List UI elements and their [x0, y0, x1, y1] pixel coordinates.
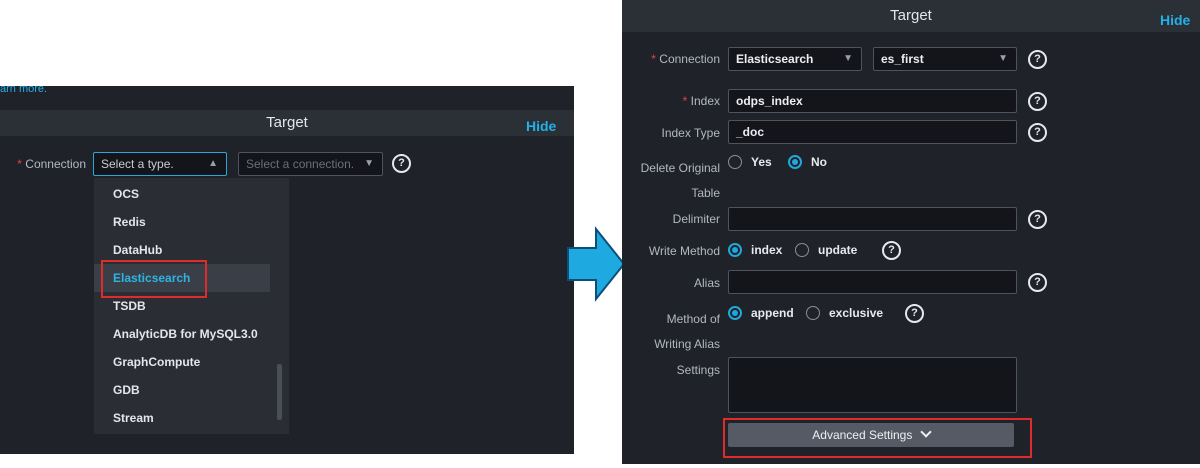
index-type-label: Index Type [661, 126, 721, 140]
dropdown-item[interactable]: OCS [94, 180, 270, 208]
write-method-label: Write Method [648, 244, 720, 258]
write-update-label: update [818, 243, 858, 257]
method-alias-label: Method of Writing Alias [622, 307, 720, 357]
connection-type-value: Elasticsearch [736, 52, 814, 66]
alias-input[interactable] [728, 270, 1017, 294]
alias-exclusive-radio[interactable] [806, 306, 820, 320]
write-index-radio[interactable] [728, 243, 742, 257]
dropdown-scrollbar[interactable] [277, 364, 282, 420]
delete-yes-label: Yes [751, 155, 772, 169]
connection-type-select[interactable]: Elasticsearch ▼ [728, 47, 862, 71]
right-header: Target [622, 0, 1200, 32]
index-label-text: Index [690, 94, 720, 108]
connection-label: * Connection [622, 52, 720, 66]
type-select[interactable]: Select a type. ▲ [93, 152, 227, 176]
delete-original-label: Delete Original Table [622, 156, 720, 206]
write-update-radio[interactable] [795, 243, 809, 257]
dropdown-item[interactable]: Redis [94, 208, 270, 236]
alias-exclusive-label: exclusive [829, 306, 884, 320]
help-icon[interactable]: ? [1028, 210, 1047, 229]
required-asterisk: * [682, 94, 691, 108]
index-type-input[interactable]: _doc [728, 120, 1017, 144]
help-icon[interactable]: ? [392, 154, 411, 173]
method-alias-label-line1: Method of [666, 312, 720, 326]
settings-label: Settings [676, 363, 720, 377]
settings-textarea[interactable] [728, 357, 1017, 413]
alias-append-label: append [751, 306, 794, 320]
delete-original-label-line2: Table [691, 186, 720, 200]
delete-yes-radio[interactable] [728, 155, 742, 169]
dropdown-item[interactable]: Stream [94, 404, 270, 432]
connection-select-placeholder: Select a connection. [246, 157, 355, 171]
delimiter-label: Delimiter [672, 212, 720, 226]
left-target-panel: arn more. Target Hide * Connection Selec… [0, 86, 574, 454]
method-alias-label-line2: Writing Alias [654, 337, 720, 351]
delete-no-radio[interactable] [788, 155, 802, 169]
delimiter-input[interactable] [728, 207, 1017, 231]
right-target-panel: Target Hide * Connection Elasticsearch ▼… [622, 0, 1200, 464]
alias-append-radio[interactable] [728, 306, 742, 320]
chevron-down-icon: ▼ [364, 158, 374, 169]
left-header: Target [0, 110, 574, 136]
type-dropdown-list: OCS Redis DataHub Elasticsearch TSDB Ana… [94, 178, 289, 434]
arrow-right-icon [567, 226, 626, 302]
right-hide-link[interactable]: Hide [1160, 12, 1190, 28]
left-connection-label: * Connection [8, 157, 86, 171]
chevron-up-icon: ▲ [208, 158, 218, 169]
highlight-box-elasticsearch [101, 260, 207, 298]
connection-name-select[interactable]: es_first ▼ [873, 47, 1017, 71]
chevron-down-icon: ▼ [843, 53, 853, 64]
left-connection-label-text: Connection [25, 157, 86, 171]
connection-select[interactable]: Select a connection. ▼ [238, 152, 383, 176]
dropdown-item[interactable]: AnalyticDB for MySQL3.0 [94, 320, 270, 348]
delete-original-label-line1: Delete Original [640, 161, 720, 175]
left-header-title: Target [266, 114, 308, 131]
connection-name-value: es_first [881, 52, 924, 66]
write-index-label: index [751, 243, 783, 257]
right-header-title: Target [890, 7, 932, 24]
delete-no-label: No [811, 155, 827, 169]
left-hide-link[interactable]: Hide [526, 118, 556, 134]
type-select-placeholder: Select a type. [101, 157, 174, 171]
connection-label-text: Connection [659, 52, 720, 66]
help-icon[interactable]: ? [905, 304, 924, 323]
help-icon[interactable]: ? [1028, 92, 1047, 111]
chevron-down-icon: ▼ [998, 53, 1008, 64]
highlight-box-advanced [723, 418, 1032, 458]
learn-more-link[interactable]: arn more. [0, 86, 47, 95]
dropdown-item[interactable]: GraphCompute [94, 348, 270, 376]
help-icon[interactable]: ? [1028, 123, 1047, 142]
index-label: * Index [622, 94, 720, 108]
help-icon[interactable]: ? [882, 241, 901, 260]
help-icon[interactable]: ? [1028, 50, 1047, 69]
help-icon[interactable]: ? [1028, 273, 1047, 292]
dropdown-item[interactable]: GDB [94, 376, 270, 404]
index-input[interactable]: odps_index [728, 89, 1017, 113]
alias-label: Alias [693, 276, 720, 290]
